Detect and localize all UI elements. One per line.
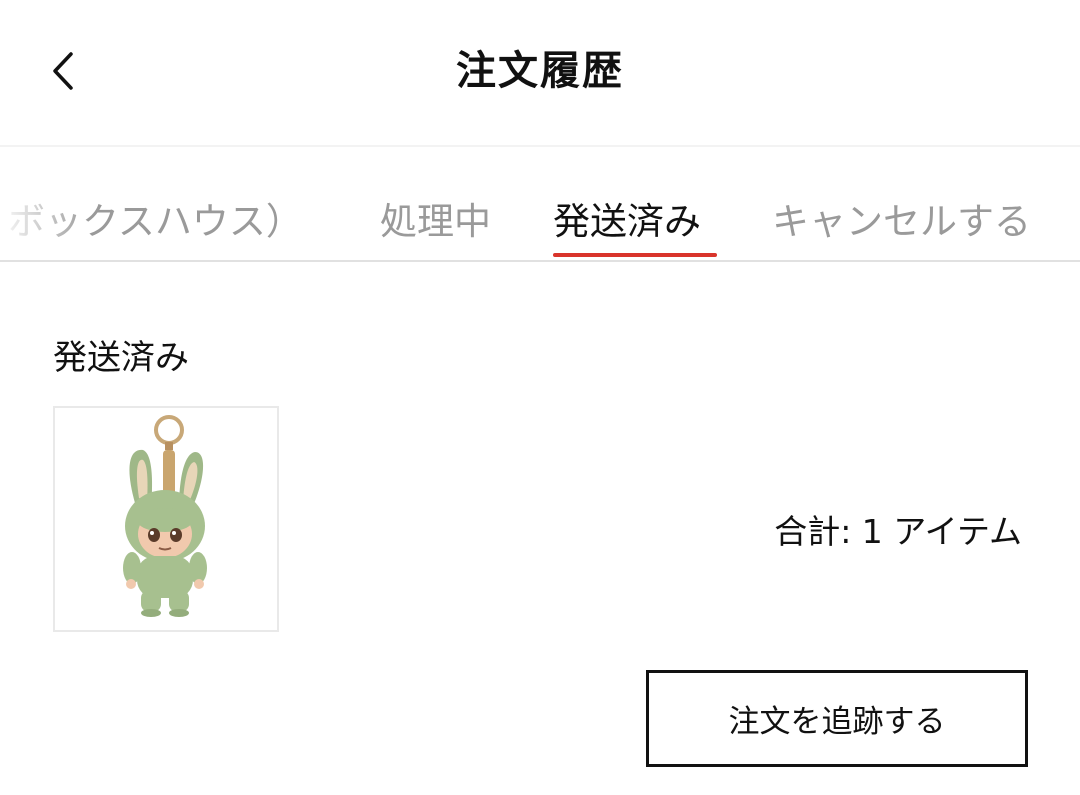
tabs-scroll-fade — [0, 147, 90, 260]
tab-processing[interactable]: 処理中 — [380, 191, 491, 245]
tab-cancel[interactable]: キャンセルする — [772, 191, 1031, 245]
product-thumbnail[interactable] — [53, 406, 279, 632]
active-tab-indicator — [553, 253, 717, 257]
tab-shipped[interactable]: 発送済み — [553, 191, 701, 245]
track-order-button[interactable]: 注文を追跡する — [646, 670, 1028, 767]
tabs-divider — [0, 260, 1080, 262]
order-total: 合計: 1 アイテム — [774, 512, 1022, 551]
order-status-label: 発送済み — [53, 338, 189, 378]
plush-keychain-image — [123, 415, 207, 617]
order-status-tabs: ボックスハウス） 処理中 発送済み キャンセルする — [0, 147, 1080, 260]
page-title: 注文履歴 — [456, 48, 624, 94]
header: 注文履歴 — [0, 0, 1080, 145]
